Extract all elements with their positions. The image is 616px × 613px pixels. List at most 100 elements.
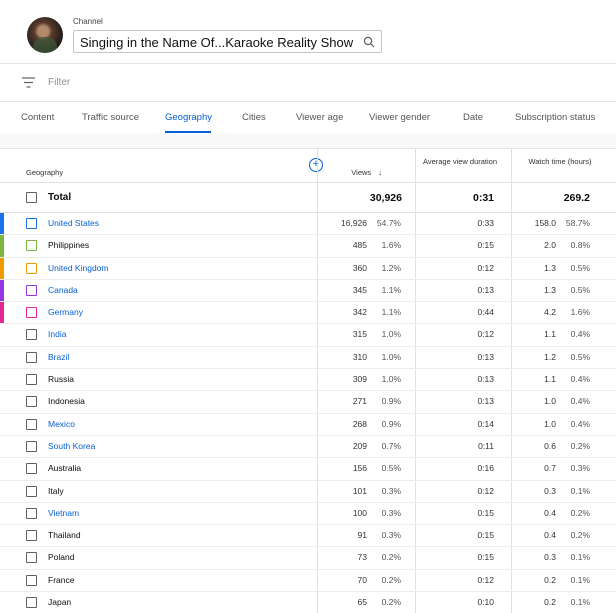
- tab-geography[interactable]: Geography: [165, 112, 212, 123]
- views-value: 70: [357, 574, 367, 585]
- search-icon[interactable]: [363, 36, 375, 48]
- table-row[interactable]: South Korea 209 0.7% 0:11 0.6 0.2%: [0, 436, 616, 459]
- country-name[interactable]: South Korea: [48, 441, 95, 451]
- table-row[interactable]: United States 16,926 54.7% 0:33 158.0 58.7%: [0, 213, 616, 236]
- total-checkbox[interactable]: [26, 192, 37, 203]
- row-checkbox[interactable]: [26, 530, 37, 542]
- country-name[interactable]: United Kingdom: [48, 263, 108, 273]
- country-name[interactable]: Vietnam: [48, 508, 79, 518]
- tab-subscription-status[interactable]: Subscription status: [515, 112, 595, 123]
- series-color-bar: [0, 213, 4, 235]
- watch-time-value: 4.2: [544, 307, 556, 318]
- row-checkbox[interactable]: [26, 351, 37, 363]
- views-value: 485: [352, 240, 367, 251]
- average-view-duration-value: 0:16: [477, 463, 494, 474]
- watch-time-percent: 0.1%: [570, 574, 590, 585]
- country-name: Thailand: [48, 530, 81, 541]
- views-value: 360: [352, 262, 367, 273]
- tab-cities[interactable]: Cities: [242, 112, 266, 123]
- row-checkbox[interactable]: [26, 262, 37, 274]
- average-view-duration-value: 0:13: [477, 396, 494, 407]
- table-row[interactable]: Germany 342 1.1% 0:44 4.2 1.6%: [0, 302, 616, 325]
- watch-time-percent: 0.4%: [570, 418, 590, 429]
- country-name[interactable]: United States: [48, 218, 99, 228]
- table-row[interactable]: Australia 156 0.5% 0:16 0.7 0.3%: [0, 458, 616, 481]
- watch-time-percent: 0.1%: [570, 485, 590, 496]
- table-row[interactable]: Brazil 310 1.0% 0:13 1.2 0.5%: [0, 347, 616, 370]
- table-row[interactable]: Indonesia 271 0.9% 0:13 1.0 0.4%: [0, 391, 616, 414]
- series-color-bar: [0, 570, 4, 591]
- series-color-bar: [0, 369, 4, 390]
- country-name[interactable]: Brazil: [48, 352, 69, 362]
- tab-content[interactable]: Content: [21, 112, 54, 123]
- row-checkbox[interactable]: [26, 552, 37, 564]
- row-checkbox[interactable]: [26, 440, 37, 452]
- table-row[interactable]: Canada 345 1.1% 0:13 1.3 0.5%: [0, 279, 616, 303]
- table-row[interactable]: France 70 0.2% 0:12 0.2 0.1%: [0, 570, 616, 593]
- table-row[interactable]: Philippines 485 1.6% 0:15 2.0 0.8%: [0, 235, 616, 258]
- watch-time-percent: 58.7%: [565, 218, 590, 228]
- channel-avatar[interactable]: [27, 17, 63, 53]
- row-checkbox[interactable]: [26, 240, 37, 252]
- views-percent: 1.6%: [381, 240, 401, 251]
- add-column-icon[interactable]: +: [309, 158, 323, 172]
- channel-name: Singing in the Name Of...Karaoke Reality…: [80, 35, 354, 50]
- country-name[interactable]: Canada: [48, 285, 78, 295]
- column-header-watch-time[interactable]: Watch time (hours): [520, 157, 600, 167]
- country-name: Italy: [48, 485, 64, 496]
- country-name[interactable]: India: [48, 329, 66, 339]
- column-header-geography[interactable]: Geography: [26, 168, 63, 177]
- average-view-duration-value: 0:15: [477, 552, 494, 563]
- table-row[interactable]: Thailand 91 0.3% 0:15 0.4 0.2%: [0, 525, 616, 548]
- row-checkbox[interactable]: [26, 418, 37, 430]
- row-checkbox[interactable]: [26, 374, 37, 386]
- country-name: Indonesia: [48, 396, 85, 407]
- filter-input[interactable]: Filter: [48, 77, 70, 88]
- country-name: France: [48, 574, 75, 585]
- row-checkbox[interactable]: [26, 597, 37, 609]
- watch-time-percent: 0.4%: [570, 396, 590, 407]
- column-header-average-view-duration[interactable]: Average view duration: [420, 157, 500, 167]
- tab-date[interactable]: Date: [463, 112, 483, 123]
- table-row[interactable]: Italy 101 0.3% 0:12 0.3 0.1%: [0, 481, 616, 503]
- average-view-duration-value: 0:44: [477, 307, 494, 318]
- table-row[interactable]: India 315 1.0% 0:12 1.1 0.4%: [0, 324, 616, 347]
- filter-bar[interactable]: Filter: [0, 64, 616, 102]
- watch-time-percent: 0.1%: [570, 552, 590, 563]
- tab-traffic-source[interactable]: Traffic source: [82, 112, 139, 123]
- average-view-duration-value: 0:33: [477, 218, 494, 228]
- filter-icon[interactable]: [22, 77, 35, 88]
- row-checkbox[interactable]: [26, 574, 37, 586]
- channel-label: Channel: [73, 17, 103, 26]
- channel-selector[interactable]: Singing in the Name Of...Karaoke Reality…: [73, 30, 382, 53]
- tab-viewer-gender[interactable]: Viewer gender: [369, 112, 430, 123]
- table-row[interactable]: Poland 73 0.2% 0:15 0.3 0.1%: [0, 547, 616, 570]
- country-name: Russia: [48, 374, 74, 385]
- watch-time-percent: 0.1%: [570, 597, 590, 608]
- row-checkbox[interactable]: [26, 218, 37, 229]
- country-name[interactable]: Germany: [48, 307, 83, 317]
- column-header-views[interactable]: Views ↓: [351, 168, 382, 177]
- series-color-bar: [0, 235, 4, 257]
- row-checkbox[interactable]: [26, 307, 37, 319]
- table-row[interactable]: Russia 309 1.0% 0:13 1.1 0.4%: [0, 369, 616, 392]
- channel-header: Channel Singing in the Name Of...Karaoke…: [0, 0, 616, 64]
- table-row[interactable]: Mexico 268 0.9% 0:14 1.0 0.4%: [0, 414, 616, 436]
- column-header-views-label: Views: [351, 168, 372, 177]
- table-row[interactable]: Vietnam 100 0.3% 0:15 0.4 0.2%: [0, 503, 616, 526]
- country-name[interactable]: Mexico: [48, 419, 75, 429]
- watch-time-value: 0.3: [544, 552, 556, 563]
- tab-viewer-age[interactable]: Viewer age: [296, 112, 343, 123]
- views-percent: 54.7%: [376, 218, 401, 228]
- row-checkbox[interactable]: [26, 284, 37, 296]
- row-checkbox[interactable]: [26, 463, 37, 475]
- table-row[interactable]: United Kingdom 360 1.2% 0:12 1.3 0.5%: [0, 257, 616, 280]
- row-checkbox[interactable]: [26, 329, 37, 341]
- row-checkbox[interactable]: [26, 507, 37, 519]
- table-row[interactable]: Japan 65 0.2% 0:10 0.2 0.1%: [0, 592, 616, 613]
- watch-time-percent: 1.6%: [570, 307, 590, 318]
- row-checkbox[interactable]: [26, 485, 37, 497]
- views-percent: 1.1%: [381, 307, 401, 318]
- views-percent: 0.2%: [381, 574, 401, 585]
- row-checkbox[interactable]: [26, 396, 37, 408]
